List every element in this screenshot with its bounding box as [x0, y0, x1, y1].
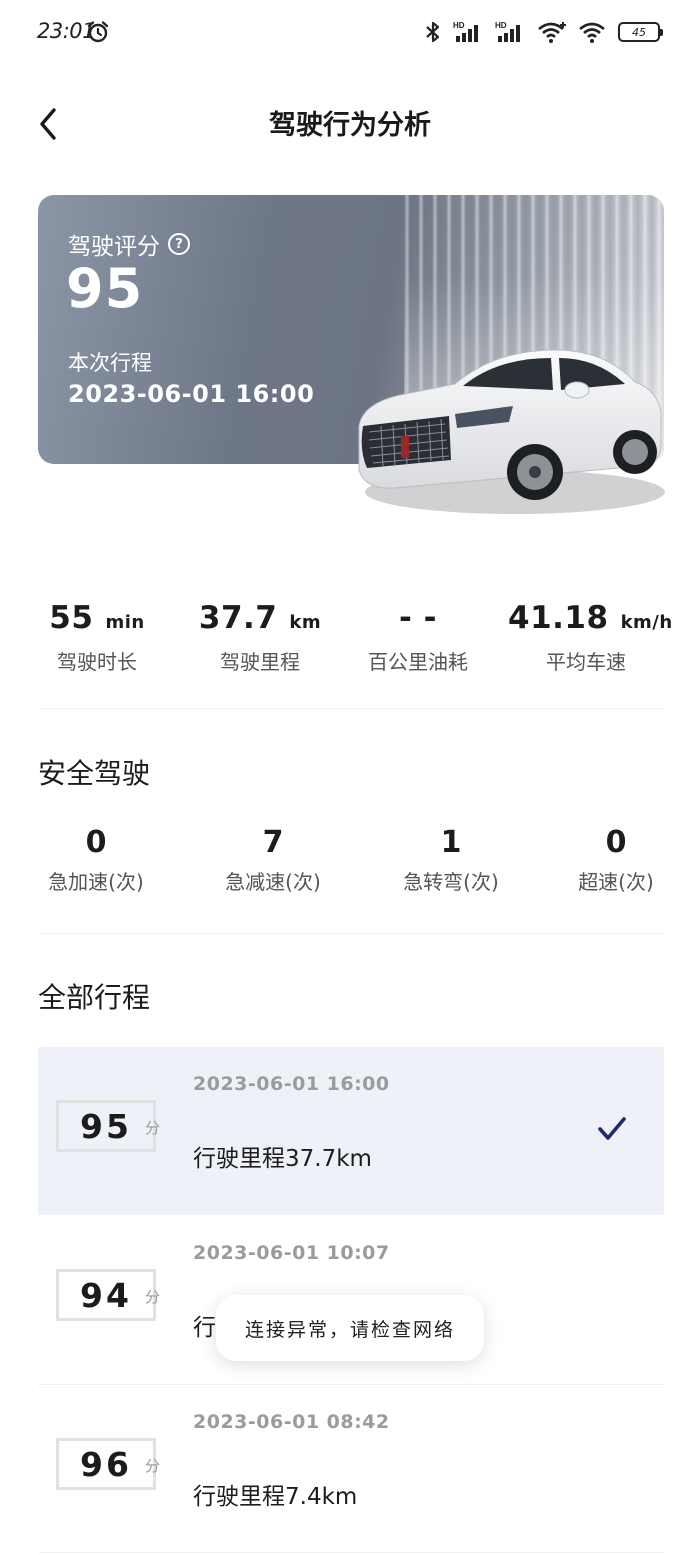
safety-count: 0: [85, 825, 107, 860]
status-bar: 23:01 HD HD 45: [0, 0, 700, 64]
metric-unit: km: [289, 612, 322, 633]
safety-stat-speeding: 0 超速(次): [568, 825, 664, 895]
metric-label: 平均车速: [546, 650, 626, 674]
score-label: 驾驶评分: [68, 234, 160, 260]
trip-time: 2023-06-01 16:00: [68, 380, 315, 408]
trip-item[interactable]: 95 分 2023-06-01 16:00 行驶里程37.7km: [38, 1047, 664, 1215]
metric-distance: 37.7 km 驾驶里程: [190, 600, 330, 675]
safety-label: 超速(次): [578, 870, 654, 894]
metric-avg-speed: 41.18 km/h 平均车速: [508, 600, 672, 675]
trip-score-badge: 95: [56, 1100, 156, 1152]
metric-label: 驾驶时长: [57, 650, 137, 674]
score-label-row: 驾驶评分 ?: [68, 227, 190, 261]
trip-metrics: 55 min 驾驶时长 37.7 km 驾驶里程 - - 百公里油耗 41.18 km…: [38, 600, 672, 690]
safety-label: 急转弯(次): [403, 870, 499, 894]
signal-hd-icon: HD: [453, 21, 478, 42]
safety-label: 急加速(次): [48, 870, 144, 894]
wifi-icon: [538, 22, 566, 43]
battery-level: 45: [632, 25, 646, 39]
trip-label: 本次行程: [68, 351, 152, 375]
safety-stat-turn: 1 急转弯(次): [392, 825, 510, 895]
metric-value: 37.7: [198, 600, 278, 636]
safety-section-title: 安全驾驶: [38, 757, 151, 790]
divider: [38, 1552, 664, 1553]
safety-count: 1: [440, 825, 462, 860]
safety-count: 7: [262, 825, 284, 860]
alarm-icon: [87, 21, 109, 43]
score-unit: 分: [145, 1288, 161, 1306]
trip-distance: 行驶里程7.4km: [193, 1484, 358, 1510]
trip-score-badge: 96: [56, 1438, 156, 1490]
svg-text:HD: HD: [453, 21, 465, 30]
signal-hd-icon: HD: [495, 21, 520, 42]
network-error-toast: 连接异常，请检查网络: [216, 1295, 484, 1361]
score-unit: 分: [145, 1457, 161, 1475]
metric-duration: 55 min 驾驶时长: [38, 600, 156, 675]
metric-unit: min: [105, 612, 145, 633]
score-unit: 分: [145, 1119, 161, 1137]
trips-section-title: 全部行程: [38, 981, 151, 1014]
safety-stat-accel: 0 急加速(次): [38, 825, 154, 895]
safety-stat-decel: 7 急减速(次): [214, 825, 332, 895]
help-icon[interactable]: ?: [168, 233, 190, 255]
divider: [38, 933, 664, 934]
status-icons: HD HD 45: [424, 18, 663, 46]
metric-value: - -: [398, 600, 438, 636]
trip-distance: 行驶里程37.7km: [193, 1146, 372, 1172]
divider: [38, 708, 664, 709]
car-image: [358, 349, 665, 514]
metric-label: 驾驶里程: [220, 650, 300, 674]
trip-datetime: 2023-06-01 16:00: [193, 1073, 390, 1095]
bluetooth-icon: [426, 21, 440, 43]
safety-count: 0: [605, 825, 627, 860]
svg-text:HD: HD: [495, 21, 507, 30]
metric-value: 55: [49, 600, 94, 636]
safety-label: 急减速(次): [225, 870, 321, 894]
metric-unit: km/h: [620, 612, 673, 633]
metric-label: 百公里油耗: [368, 650, 468, 674]
trip-distance: 行: [193, 1315, 216, 1341]
page-title: 驾驶行为分析: [269, 110, 431, 141]
battery-icon: 45: [618, 22, 663, 42]
score-value: 95: [66, 257, 144, 320]
metric-value: 41.18: [508, 600, 609, 636]
check-icon: [598, 1117, 626, 1140]
trip-score-badge: 94: [56, 1269, 156, 1321]
trip-datetime: 2023-06-01 10:07: [193, 1242, 390, 1264]
trip-item[interactable]: 96 分 2023-06-01 08:42 行驶里程7.4km: [38, 1385, 664, 1553]
metric-fuel: - - 百公里油耗: [356, 600, 480, 675]
wifi-icon: [579, 22, 605, 43]
trip-datetime: 2023-06-01 08:42: [193, 1411, 390, 1433]
